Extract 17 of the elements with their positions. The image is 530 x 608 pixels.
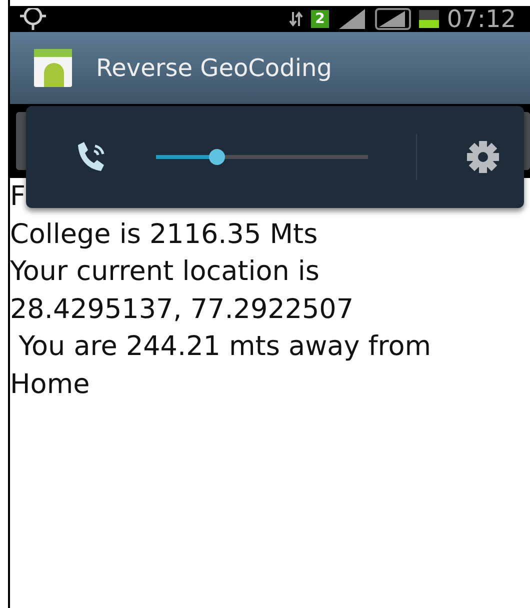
data-transfer-icon — [289, 10, 304, 28]
text-line: 28.4295137, 77.2922507 — [10, 294, 354, 324]
text-line: Your current location is — [10, 256, 320, 287]
signal-icon — [374, 8, 411, 30]
signal-icon — [336, 9, 367, 29]
app-icon — [34, 49, 72, 87]
settings-icon[interactable] — [466, 140, 500, 174]
battery-icon — [418, 10, 439, 28]
text-line: College is 2116.35 Mts — [10, 218, 318, 250]
text-line: F — [10, 181, 26, 212]
clock: 07:12 — [446, 6, 516, 32]
text-line: You are 244.21 mts away from — [18, 331, 432, 362]
gps-icon — [18, 8, 48, 30]
volume-slider[interactable] — [156, 149, 368, 165]
app-title: Reverse GeoCoding — [96, 53, 332, 84]
text-line: Home — [10, 368, 90, 400]
notification-badge: 2 — [311, 10, 329, 28]
